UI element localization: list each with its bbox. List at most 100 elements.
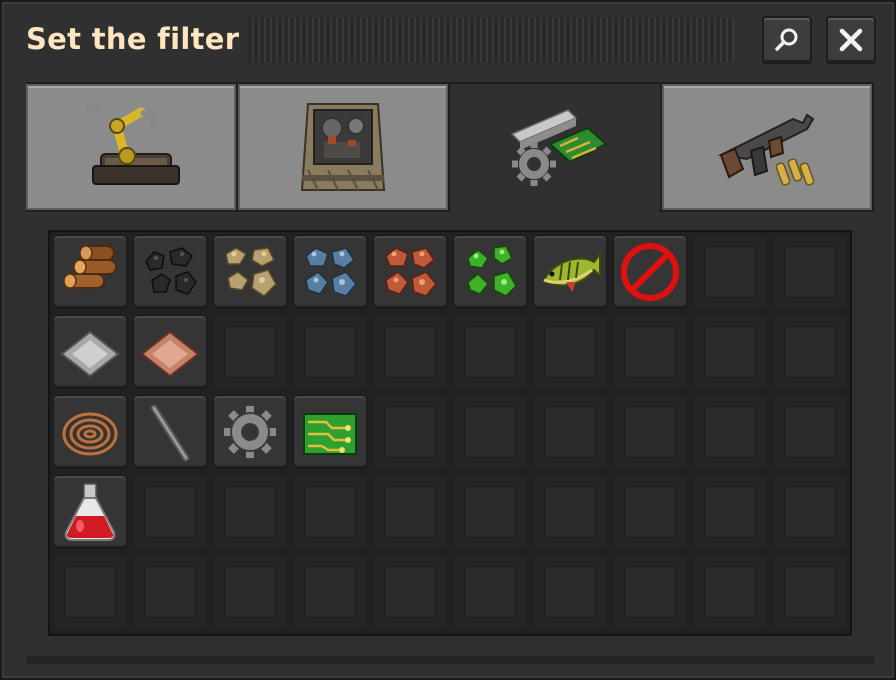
empty-slot[interactable] [374,316,446,388]
raw-fish-icon [542,251,601,292]
bottom-edge [26,656,874,664]
empty-slot[interactable] [134,556,206,628]
category-tabs [26,82,874,214]
item-slot-coal[interactable] [134,236,206,308]
empty-slot-inset [624,326,676,378]
empty-slot[interactable] [694,476,766,548]
inserter-icon [87,104,180,185]
empty-slot[interactable] [374,476,446,548]
tab-combat[interactable] [662,84,872,210]
empty-slot[interactable] [614,316,686,388]
empty-slot[interactable] [614,396,686,468]
empty-slot-inset [144,486,196,538]
filter-window: Set the filter [0,0,896,680]
item-slot-stone[interactable] [214,236,286,308]
item-slot-iron-ore[interactable] [294,236,366,308]
item-slot-copper-plate[interactable] [134,316,206,388]
empty-slot[interactable] [454,316,526,388]
stone-icon [225,247,277,297]
empty-slot-inset [544,406,596,458]
empty-slot[interactable] [294,556,366,628]
empty-slot[interactable] [774,396,846,468]
copper-plate-icon [140,330,200,378]
empty-slot-inset [704,406,756,458]
tab-intermediate-products[interactable] [450,84,660,214]
electronic-circuit-icon [303,413,357,455]
empty-slot[interactable] [614,476,686,548]
empty-slot-inset [384,326,436,378]
empty-slot-inset [704,486,756,538]
item-slot-wood[interactable] [54,236,126,308]
empty-slot-inset [544,486,596,538]
item-slot-copper-ore[interactable] [374,236,446,308]
empty-slot[interactable] [694,556,766,628]
empty-slot[interactable] [454,396,526,468]
empty-slot-inset [544,326,596,378]
empty-slot-inset [224,486,276,538]
empty-slot-inset [704,326,756,378]
empty-slot[interactable] [214,316,286,388]
empty-slot-inset [304,566,356,618]
empty-slot[interactable] [534,476,606,548]
empty-slot-inset [304,486,356,538]
item-slot-iron-plate[interactable] [54,316,126,388]
empty-slot[interactable] [134,476,206,548]
empty-slot-inset [464,566,516,618]
empty-slot-inset [224,566,276,618]
automation-science-pack-icon [64,483,116,541]
item-slot-uranium-ore[interactable] [454,236,526,308]
empty-slot-inset [384,406,436,458]
coal-icon [145,247,197,295]
empty-slot[interactable] [214,556,286,628]
empty-slot[interactable] [774,236,846,308]
item-slot-iron-gear-wheel[interactable] [214,396,286,468]
empty-slot[interactable] [214,476,286,548]
iron-plate-icon [60,330,120,378]
item-slot-electronic-circuit[interactable] [294,396,366,468]
empty-slot-inset [544,566,596,618]
tab-logistics[interactable] [26,84,236,210]
empty-slot[interactable] [534,316,606,388]
empty-slot[interactable] [294,316,366,388]
empty-slot-inset [304,326,356,378]
iron-ore-icon [305,247,357,297]
empty-slot-inset [624,406,676,458]
empty-slot[interactable] [534,396,606,468]
assembling-machine-icon [300,103,386,191]
empty-slot-inset [784,566,836,618]
close-button[interactable] [826,16,876,64]
tab-production[interactable] [238,84,448,210]
empty-slot[interactable] [774,316,846,388]
empty-slot[interactable] [774,556,846,628]
empty-slot[interactable] [694,236,766,308]
title-drag-handle[interactable] [248,18,734,62]
close-x-icon [839,28,863,52]
empty-slot[interactable] [614,556,686,628]
item-slot-iron-stick[interactable] [134,396,206,468]
search-button[interactable] [762,16,812,64]
empty-slot-inset [784,326,836,378]
empty-slot-inset [464,406,516,458]
empty-slot-inset [624,566,676,618]
empty-slot[interactable] [454,556,526,628]
empty-slot[interactable] [694,316,766,388]
empty-slot-inset [704,566,756,618]
empty-slot-inset [224,326,276,378]
item-slot-raw-fish[interactable] [534,236,606,308]
empty-slot[interactable] [694,396,766,468]
copper-cable-icon [62,412,118,456]
empty-slot[interactable] [774,476,846,548]
empty-slot-inset [464,486,516,538]
empty-slot[interactable] [54,556,126,628]
item-slot-copper-cable[interactable] [54,396,126,468]
item-slot-no-filter[interactable] [614,236,686,308]
empty-slot[interactable] [374,396,446,468]
empty-slot[interactable] [534,556,606,628]
empty-slot[interactable] [294,476,366,548]
empty-slot-inset [784,246,836,298]
item-slot-automation-science-pack[interactable] [54,476,126,548]
empty-slot[interactable] [454,476,526,548]
empty-slot[interactable] [374,556,446,628]
empty-slot-inset [144,566,196,618]
no-filter-icon [621,243,679,301]
